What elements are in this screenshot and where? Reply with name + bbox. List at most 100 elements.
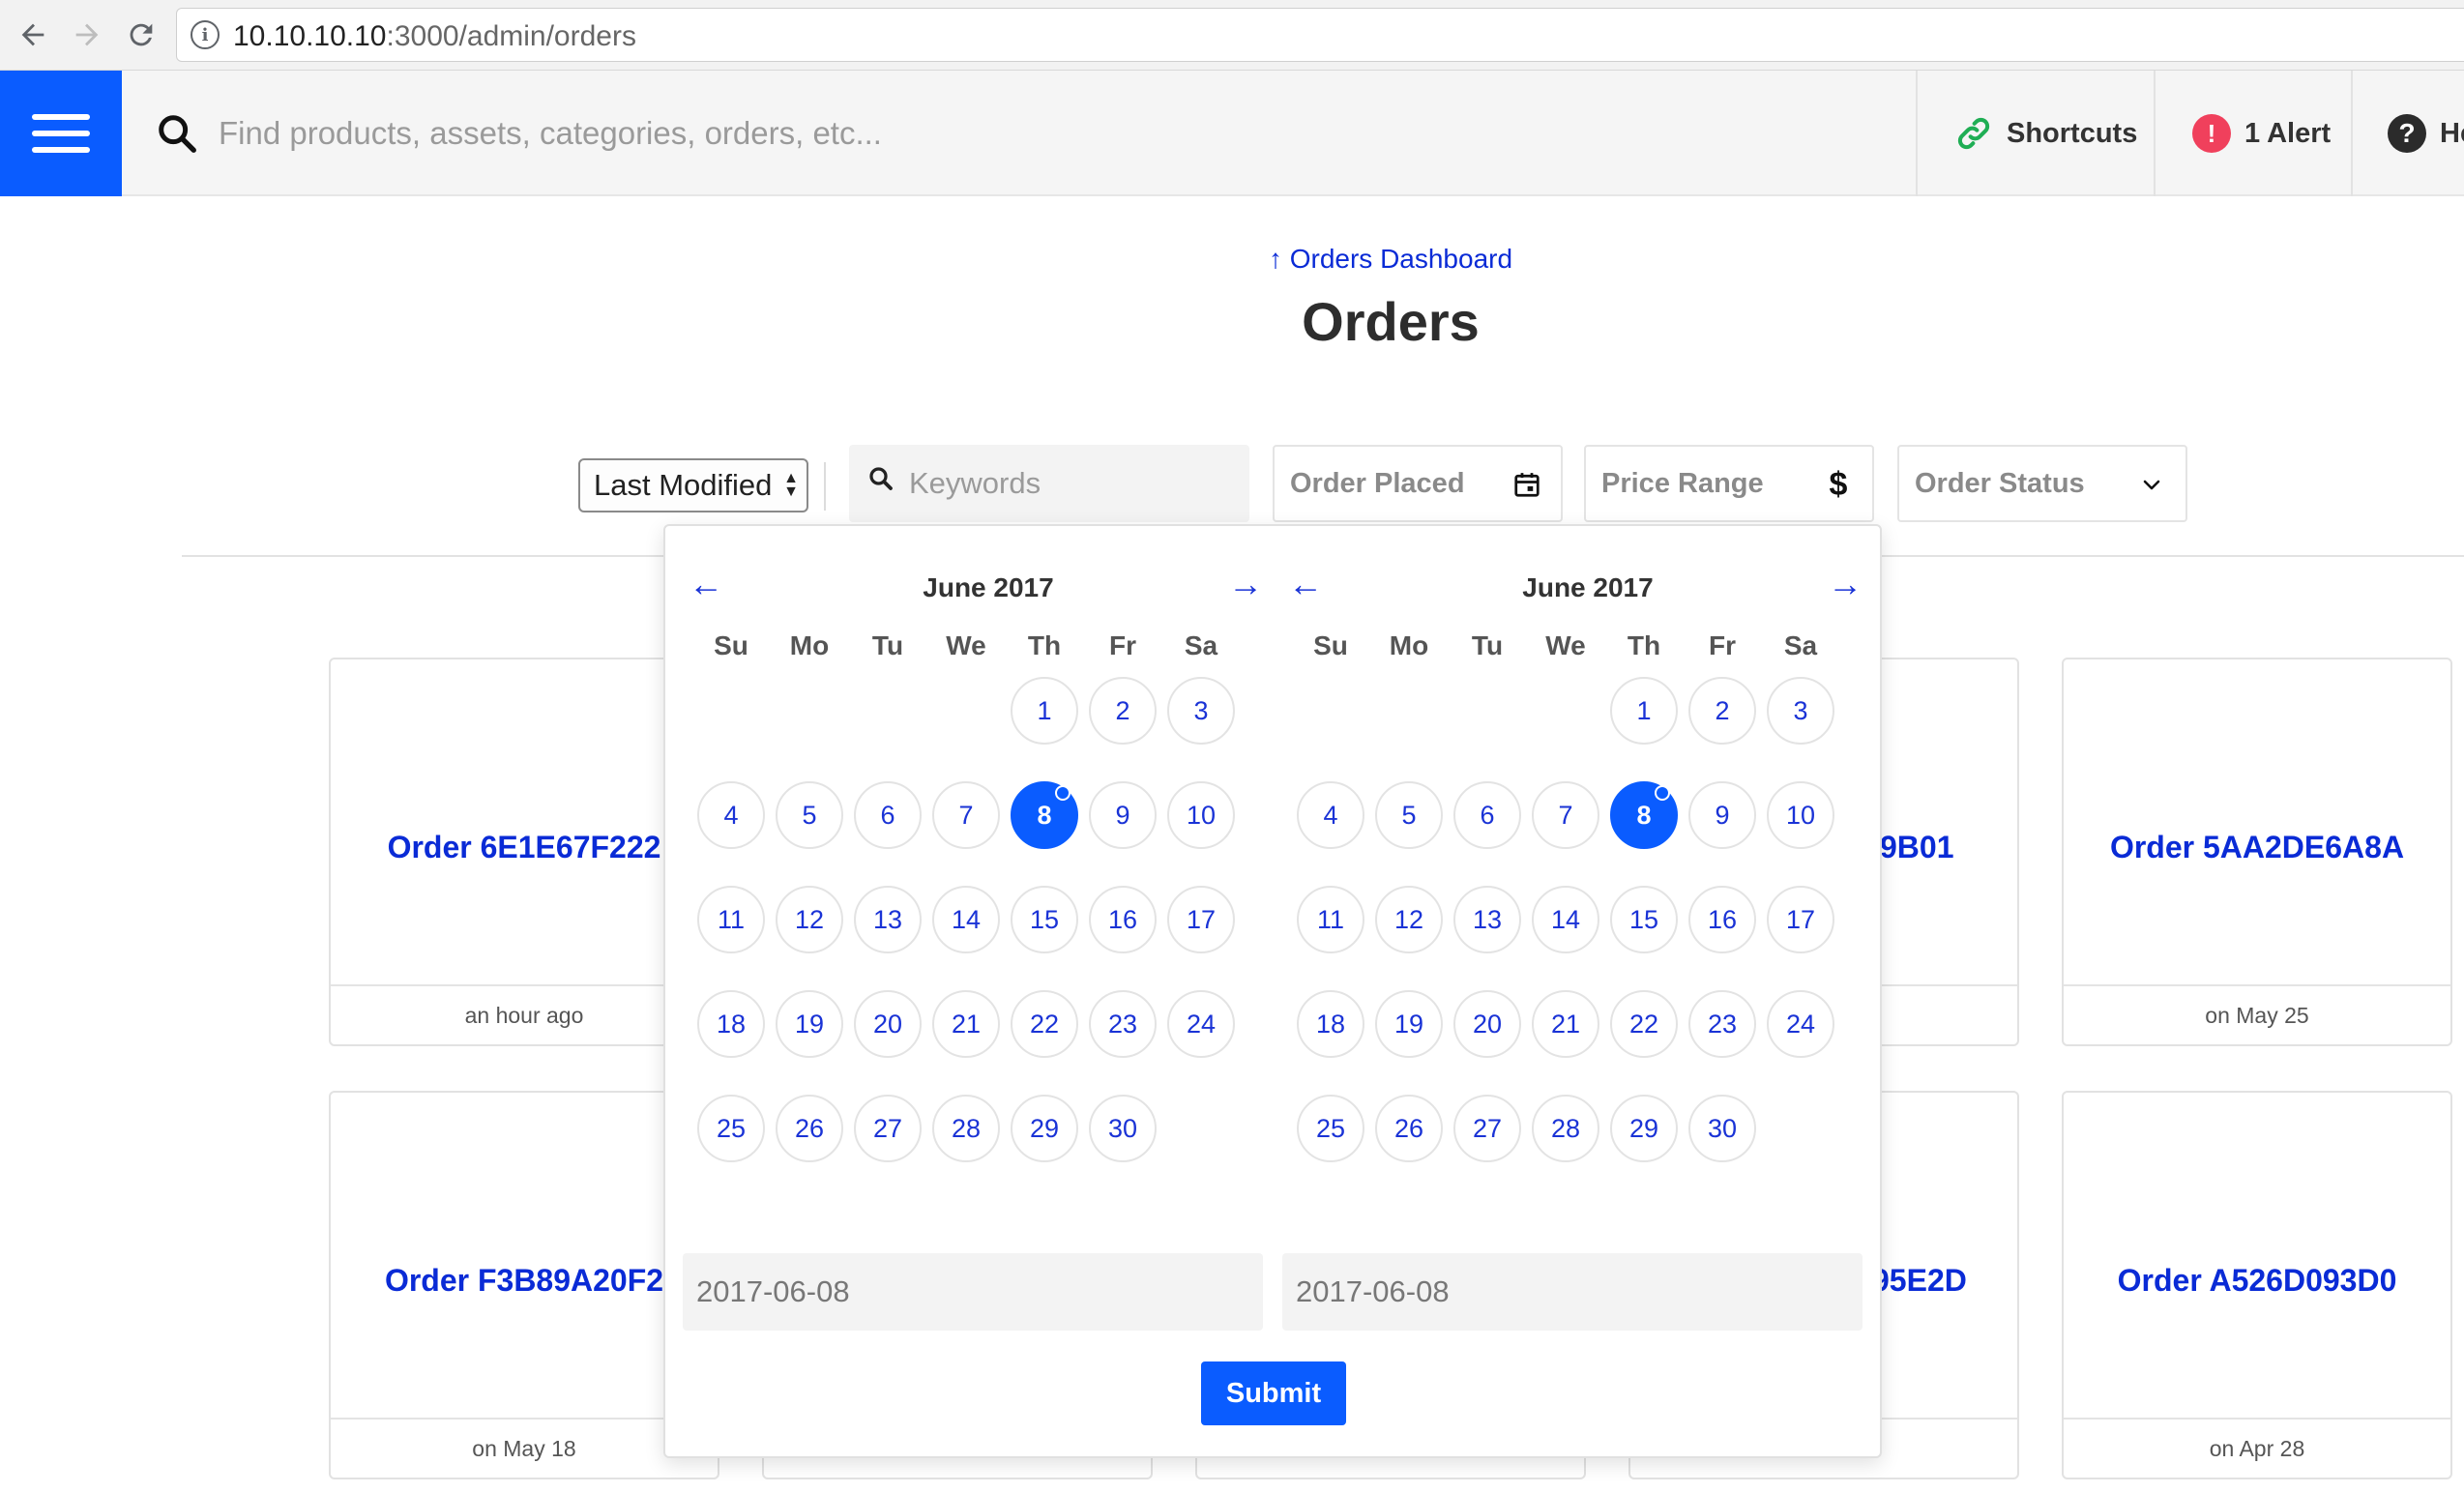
calendar-day-27[interactable]: 27 xyxy=(854,1095,922,1162)
calendar-day-22[interactable]: 22 xyxy=(1011,990,1078,1058)
calendar-day-7[interactable]: 7 xyxy=(932,781,1000,849)
forward-arrow-icon[interactable] xyxy=(66,14,108,56)
link-icon xyxy=(1954,114,1993,153)
calendar-start: ← June 2017 → Su Mo Tu We Th Fr Sa 1 2 3 4 5 6 7 8 9 10 1… xyxy=(689,526,1288,1203)
order-placed-filter[interactable]: Order Placed xyxy=(1273,445,1563,522)
calendar-day-12[interactable]: 12 xyxy=(776,886,843,953)
calendar-day-8[interactable]: 8 xyxy=(1610,781,1678,849)
calendar-day-18[interactable]: 18 xyxy=(1297,990,1364,1058)
global-search-input[interactable] xyxy=(219,100,1882,167)
calendar-day-7[interactable]: 7 xyxy=(1532,781,1599,849)
start-date-input[interactable] xyxy=(683,1253,1263,1331)
info-icon[interactable]: i xyxy=(191,20,220,49)
order-card[interactable]: Order 5AA2DE6A8A on May 25 xyxy=(2062,658,2452,1046)
order-card-title[interactable]: Order A526D093D0 xyxy=(2064,1263,2450,1299)
calendar-day-11[interactable]: 11 xyxy=(697,886,765,953)
calendar-day-28[interactable]: 28 xyxy=(1532,1095,1599,1162)
calendar-day-20[interactable]: 20 xyxy=(854,990,922,1058)
calendar-day-29[interactable]: 29 xyxy=(1610,1095,1678,1162)
price-range-filter[interactable]: Price Range $ xyxy=(1584,445,1874,522)
next-month-arrow-icon[interactable]: → xyxy=(1828,565,1863,603)
calendar-day-28[interactable]: 28 xyxy=(932,1095,1000,1162)
calendar-day-13[interactable]: 13 xyxy=(854,886,922,953)
order-card-title[interactable]: Order 5AA2DE6A8A xyxy=(2064,830,2450,865)
order-status-filter[interactable]: Order Status xyxy=(1897,445,2187,522)
calendar-day-14[interactable]: 14 xyxy=(932,886,1000,953)
order-card[interactable]: Order F3B89A20F2 on May 18 xyxy=(329,1091,719,1479)
end-date-input[interactable] xyxy=(1282,1253,1863,1331)
help-button[interactable]: ? He xyxy=(2351,71,2464,196)
next-month-arrow-icon[interactable]: → xyxy=(1228,565,1263,603)
calendar-day-9[interactable]: 9 xyxy=(1089,781,1157,849)
calendar-day-26[interactable]: 26 xyxy=(1375,1095,1443,1162)
sort-select[interactable]: Last Modified ▲ ▼ xyxy=(578,458,808,512)
calendar-day-6[interactable]: 6 xyxy=(854,781,922,849)
calendar-day-5[interactable]: 5 xyxy=(776,781,843,849)
calendar-day-15[interactable]: 15 xyxy=(1610,886,1678,953)
calendar-day-10[interactable]: 10 xyxy=(1167,781,1235,849)
calendar-day-4[interactable]: 4 xyxy=(1297,781,1364,849)
calendar-day-26[interactable]: 26 xyxy=(776,1095,843,1162)
calendar-day-6[interactable]: 6 xyxy=(1453,781,1521,849)
calendar-day-9[interactable]: 9 xyxy=(1688,781,1756,849)
calendar-day-10[interactable]: 10 xyxy=(1767,781,1834,849)
calendar-day-17[interactable]: 17 xyxy=(1167,886,1235,953)
order-card[interactable]: Order A526D093D0 on Apr 28 xyxy=(2062,1091,2452,1479)
calendar-day-24[interactable]: 24 xyxy=(1767,990,1834,1058)
keywords-input[interactable] xyxy=(909,456,1238,511)
calendar-day-22[interactable]: 22 xyxy=(1610,990,1678,1058)
hamburger-menu-icon[interactable] xyxy=(0,71,122,196)
shortcuts-button[interactable]: Shortcuts xyxy=(1916,71,2154,196)
calendar-day-27[interactable]: 27 xyxy=(1453,1095,1521,1162)
back-arrow-icon[interactable] xyxy=(12,14,54,56)
calendar-day-2[interactable]: 2 xyxy=(1688,677,1756,745)
calendar-day-18[interactable]: 18 xyxy=(697,990,765,1058)
calendar-day-5[interactable]: 5 xyxy=(1375,781,1443,849)
calendar-day-4[interactable]: 4 xyxy=(697,781,765,849)
calendar-day-15[interactable]: 15 xyxy=(1011,886,1078,953)
reload-icon[interactable] xyxy=(120,14,162,56)
calendar-day-1[interactable]: 1 xyxy=(1610,677,1678,745)
calendar-day-21[interactable]: 21 xyxy=(1532,990,1599,1058)
calendar-day-20[interactable]: 20 xyxy=(1453,990,1521,1058)
chevron-down-icon xyxy=(2135,468,2168,501)
calendar-day-16[interactable]: 16 xyxy=(1089,886,1157,953)
breadcrumb-orders-dashboard[interactable]: ↑ Orders Dashboard xyxy=(0,244,2464,275)
calendar-day-29[interactable]: 29 xyxy=(1011,1095,1078,1162)
calendar-day-3[interactable]: 3 xyxy=(1767,677,1834,745)
calendar-day-30[interactable]: 30 xyxy=(1688,1095,1756,1162)
calendar-day-13[interactable]: 13 xyxy=(1453,886,1521,953)
calendar-day-25[interactable]: 25 xyxy=(697,1095,765,1162)
calendar-day-12[interactable]: 12 xyxy=(1375,886,1443,953)
calendar-day-2[interactable]: 2 xyxy=(1089,677,1157,745)
calendar-day-17[interactable]: 17 xyxy=(1767,886,1834,953)
order-card-title[interactable]: 95E2D xyxy=(1872,1263,1967,1299)
weekday-label: Su xyxy=(1313,630,1348,660)
calendar-day-23[interactable]: 23 xyxy=(1688,990,1756,1058)
calendar-day-8[interactable]: 8 xyxy=(1011,781,1078,849)
calendar-day-19[interactable]: 19 xyxy=(776,990,843,1058)
submit-button[interactable]: Submit xyxy=(1201,1361,1346,1425)
address-bar[interactable]: i 10.10.10.10:3000/admin/orders xyxy=(176,8,2464,62)
alerts-button[interactable]: ! 1 Alert xyxy=(2154,71,2351,196)
calendar-day-25[interactable]: 25 xyxy=(1297,1095,1364,1162)
calendar-day-24[interactable]: 24 xyxy=(1167,990,1235,1058)
calendar-day-30[interactable]: 30 xyxy=(1089,1095,1157,1162)
calendar-day-21[interactable]: 21 xyxy=(932,990,1000,1058)
order-card-title[interactable]: Order 6E1E67F222 xyxy=(331,830,718,865)
calendar-day-19[interactable]: 19 xyxy=(1375,990,1443,1058)
order-card-title[interactable]: 9B01 xyxy=(1880,830,1954,865)
date-range-picker: ← June 2017 → Su Mo Tu We Th Fr Sa 1 2 3 4 5 6 7 8 9 10 1… xyxy=(663,524,1882,1458)
order-card[interactable]: Order 6E1E67F222 an hour ago xyxy=(329,658,719,1046)
calendar-day-14[interactable]: 14 xyxy=(1532,886,1599,953)
browser-toolbar: i 10.10.10.10:3000/admin/orders xyxy=(0,0,2464,71)
calendar-icon xyxy=(1511,468,1543,501)
calendar-day-23[interactable]: 23 xyxy=(1089,990,1157,1058)
order-card-time: an hour ago xyxy=(331,984,718,1044)
calendar-day-1[interactable]: 1 xyxy=(1011,677,1078,745)
order-card-title[interactable]: Order F3B89A20F2 xyxy=(331,1263,718,1299)
calendar-day-3[interactable]: 3 xyxy=(1167,677,1235,745)
calendar-day-16[interactable]: 16 xyxy=(1688,886,1756,953)
keywords-field[interactable] xyxy=(849,445,1249,522)
calendar-day-11[interactable]: 11 xyxy=(1297,886,1364,953)
